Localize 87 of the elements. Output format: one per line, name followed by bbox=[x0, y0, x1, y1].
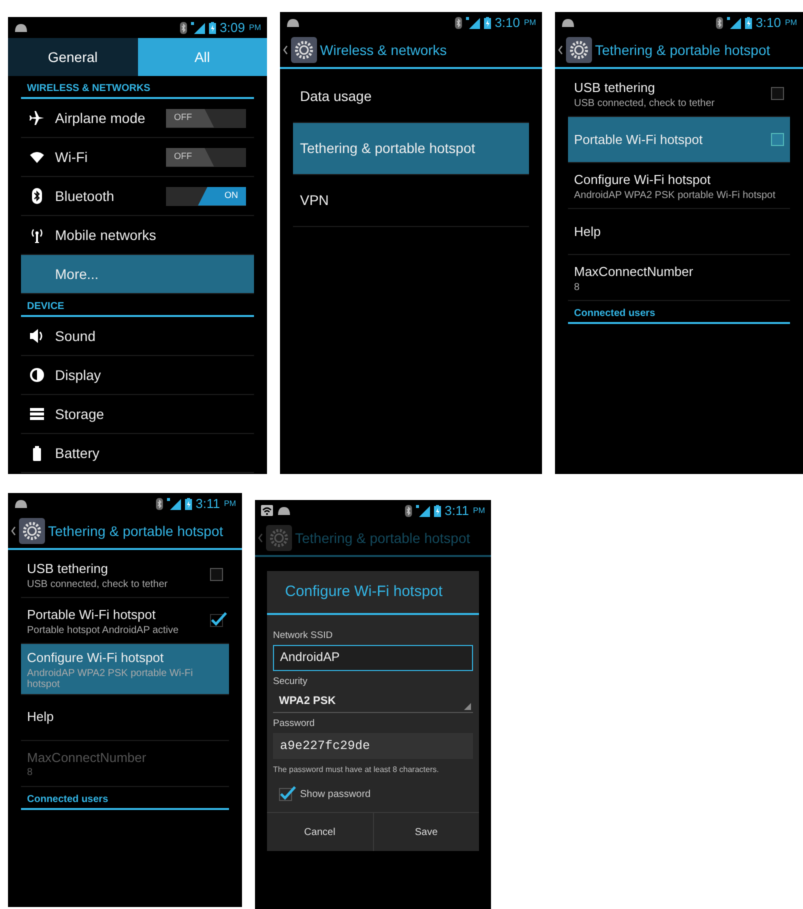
dropdown-field[interactable]: WPA2 PSK bbox=[273, 691, 473, 713]
battery-icon bbox=[208, 22, 216, 34]
checkbox-label: Show password bbox=[300, 788, 371, 802]
preference-item[interactable]: Portable Wi-Fi hotspot bbox=[568, 117, 790, 163]
bluetooth-icon bbox=[454, 16, 462, 28]
clock-period: PM bbox=[473, 504, 485, 516]
preference-item[interactable]: USB tethering USB connected, check to tether bbox=[21, 552, 229, 598]
android-icon bbox=[14, 23, 28, 32]
checkbox[interactable] bbox=[771, 133, 784, 146]
bluetooth-icon bbox=[156, 498, 163, 510]
clock-text: 3:11 bbox=[444, 502, 469, 520]
settings-icon[interactable] bbox=[291, 37, 317, 63]
section-header: WIRELESS & NETWORKS bbox=[21, 76, 254, 99]
preference-item[interactable]: Configure Wi-Fi hotspot AndroidAP WPA2 PSK portable Wi-Fi hotspot bbox=[21, 644, 229, 694]
up-icon[interactable] bbox=[11, 526, 16, 536]
settings-item[interactable]: Storage bbox=[21, 395, 254, 434]
preference-item[interactable]: Configure Wi-Fi hotspot AndroidAP WPA2 PSK portable Wi-Fi hotspot bbox=[568, 163, 790, 209]
preference-item[interactable]: MaxConnectNumber 8 bbox=[568, 255, 790, 301]
signal-icon bbox=[726, 16, 741, 28]
bluetooth-icon bbox=[404, 504, 412, 516]
antenna-icon bbox=[29, 227, 45, 243]
android-icon bbox=[286, 18, 300, 27]
clock-period: PM bbox=[224, 498, 236, 510]
list-item[interactable]: VPN bbox=[293, 175, 529, 227]
section-header: Connected users bbox=[568, 301, 790, 324]
speaker-icon bbox=[29, 328, 45, 344]
signal-icon bbox=[190, 22, 205, 34]
clock-text: 3:10 bbox=[494, 14, 520, 32]
settings-item[interactable]: Battery bbox=[21, 434, 254, 473]
android-icon bbox=[14, 499, 28, 508]
checkbox[interactable] bbox=[771, 87, 784, 100]
screen-title: Tethering & portable hotspot bbox=[48, 522, 224, 541]
input-field[interactable]: AndroidAP bbox=[273, 644, 473, 671]
field-label: Password bbox=[273, 717, 316, 731]
toggle-switch[interactable]: ON bbox=[166, 186, 246, 206]
clock-text: 3:10 bbox=[756, 14, 781, 32]
section-header: DEVICE bbox=[21, 294, 254, 317]
brightness-icon bbox=[29, 367, 45, 383]
storage-icon bbox=[29, 406, 45, 422]
hint-text: The password must have at least 8 characters. bbox=[273, 764, 440, 776]
toggle-switch[interactable]: OFF bbox=[166, 108, 246, 128]
preference-item[interactable]: Help bbox=[568, 209, 790, 255]
battery-icon bbox=[434, 504, 441, 516]
list-item[interactable]: Tethering & portable hotspot bbox=[293, 123, 529, 175]
up-icon[interactable] bbox=[283, 45, 288, 55]
screen-title: Tethering & portable hotspot bbox=[295, 528, 470, 548]
tab[interactable]: General bbox=[8, 38, 138, 76]
battery-icon bbox=[484, 16, 491, 28]
airplane-icon bbox=[29, 110, 45, 126]
up-icon[interactable] bbox=[558, 45, 563, 55]
clock-period: PM bbox=[785, 16, 797, 28]
clock-text: 3:11 bbox=[196, 494, 220, 513]
settings-item[interactable]: Display bbox=[21, 356, 254, 395]
clock-text: 3:09 bbox=[220, 18, 245, 37]
clock-period: PM bbox=[249, 22, 261, 34]
wifi-icon bbox=[29, 149, 45, 165]
settings-item[interactable]: Sound bbox=[21, 317, 254, 356]
android-icon bbox=[277, 506, 291, 515]
screen-title: Tethering & portable hotspot bbox=[595, 40, 770, 60]
section-header: Connected users bbox=[21, 786, 229, 810]
settings-icon[interactable] bbox=[19, 518, 45, 544]
preference-item[interactable]: Help bbox=[21, 694, 229, 740]
bluetooth-icon bbox=[29, 188, 45, 204]
battery-icon bbox=[744, 16, 752, 28]
toggle-switch[interactable]: OFF bbox=[166, 148, 246, 166]
dropdown-corner-icon bbox=[464, 703, 471, 710]
signal-icon bbox=[416, 504, 430, 516]
settings-item[interactable]: More... bbox=[21, 255, 254, 294]
dialog-title: Configure Wi-Fi hotspot bbox=[267, 571, 479, 614]
bluetooth-icon bbox=[716, 16, 723, 28]
signal-icon bbox=[466, 16, 480, 28]
screen-title: Wireless & networks bbox=[320, 40, 447, 60]
checkbox[interactable] bbox=[210, 568, 223, 581]
battery-icon bbox=[184, 498, 192, 510]
settings-item[interactable]: Airplane mode OFF bbox=[21, 99, 254, 138]
clock-period: PM bbox=[524, 16, 536, 28]
field-label: Security bbox=[273, 674, 308, 689]
settings-item[interactable]: Bluetooth ON bbox=[21, 177, 254, 216]
bluetooth-icon bbox=[180, 22, 187, 34]
android-icon bbox=[561, 18, 575, 27]
settings-icon[interactable] bbox=[566, 37, 592, 63]
signal-icon bbox=[166, 498, 181, 510]
settings-item[interactable]: Wi-Fi OFF bbox=[21, 138, 254, 177]
dialog-button[interactable]: Cancel bbox=[267, 813, 372, 852]
input-field[interactable]: a9e227fc29de bbox=[273, 733, 473, 760]
field-label: Network SSID bbox=[273, 628, 334, 642]
dialog-button[interactable]: Save bbox=[372, 813, 479, 852]
